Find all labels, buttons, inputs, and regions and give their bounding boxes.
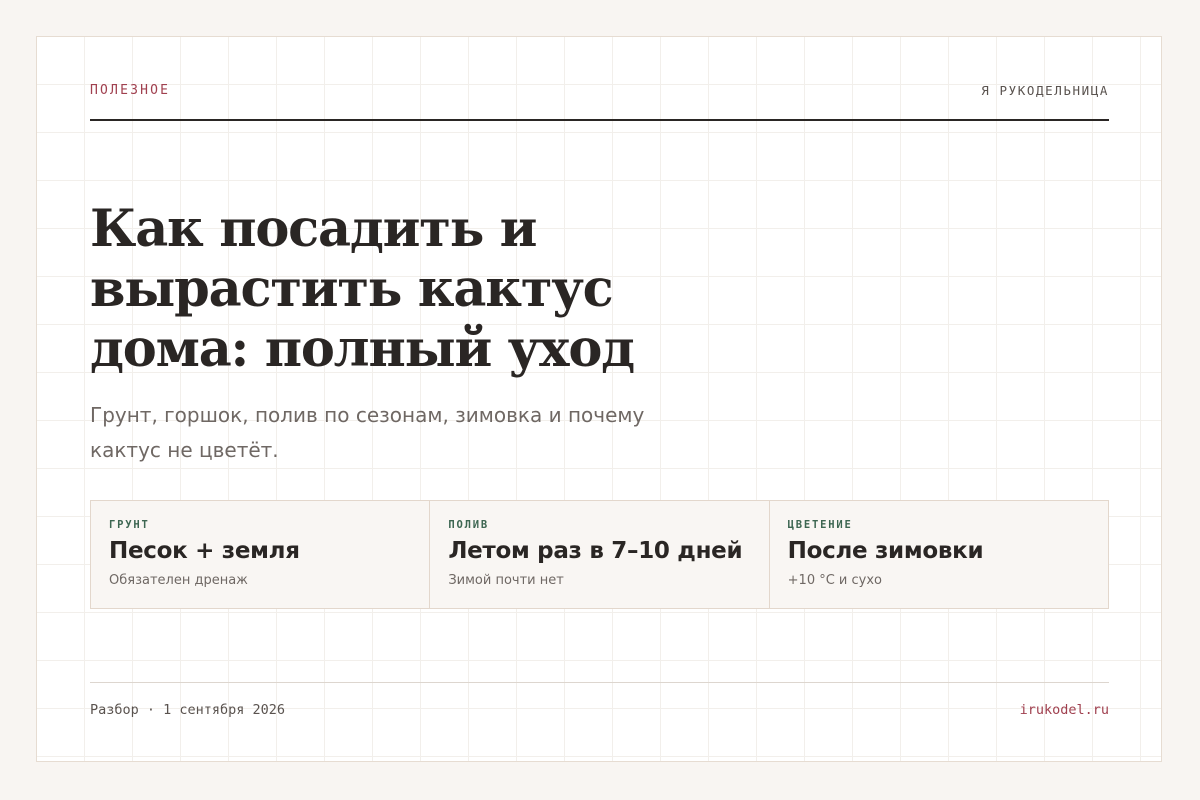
article-card: ПОЛЕЗНОЕ Я РУКОДЕЛЬНИЦА Как посадить и в… bbox=[36, 36, 1162, 762]
category-label[interactable]: ПОЛЕЗНОЕ bbox=[90, 83, 170, 98]
fact-watering: ПОЛИВ Летом раз в 7–10 дней Зимой почти … bbox=[429, 501, 768, 608]
fact-label: ГРУНТ bbox=[109, 519, 150, 531]
footer-divider bbox=[90, 682, 1109, 683]
fact-label: ПОЛИВ bbox=[448, 519, 489, 531]
site-link[interactable]: irukodel.ru bbox=[1020, 702, 1109, 718]
brand-name[interactable]: Я РУКОДЕЛЬНИЦА bbox=[981, 83, 1109, 98]
fact-soil: ГРУНТ Песок + земля Обязателен дренаж bbox=[91, 501, 429, 608]
fact-note: +10 °C и сухо bbox=[787, 573, 883, 588]
article-subtitle: Грунт, горшок, полив по сезонам, зимовка… bbox=[90, 403, 645, 462]
top-bar: ПОЛЕЗНОЕ Я РУКОДЕЛЬНИЦА bbox=[90, 83, 1109, 121]
fact-value: Летом раз в 7–10 дней bbox=[448, 538, 743, 564]
fact-value: После зимовки bbox=[787, 538, 984, 564]
fact-note: Зимой почти нет bbox=[448, 573, 564, 588]
fact-value: Песок + земля bbox=[109, 538, 300, 564]
article-meta: Разбор · 1 сентября 2026 bbox=[90, 702, 286, 718]
fact-label: ЦВЕТЕНИЕ bbox=[787, 519, 853, 531]
fact-blooming: ЦВЕТЕНИЕ После зимовки +10 °C и сухо bbox=[768, 501, 1108, 608]
article-title: Как посадить и вырастить кактус дома: по… bbox=[90, 199, 635, 379]
card-content: ПОЛЕЗНОЕ Я РУКОДЕЛЬНИЦА Как посадить и в… bbox=[90, 37, 1109, 761]
fact-note: Обязателен дренаж bbox=[109, 573, 248, 588]
facts-panel: ГРУНТ Песок + земля Обязателен дренаж ПО… bbox=[90, 500, 1109, 609]
